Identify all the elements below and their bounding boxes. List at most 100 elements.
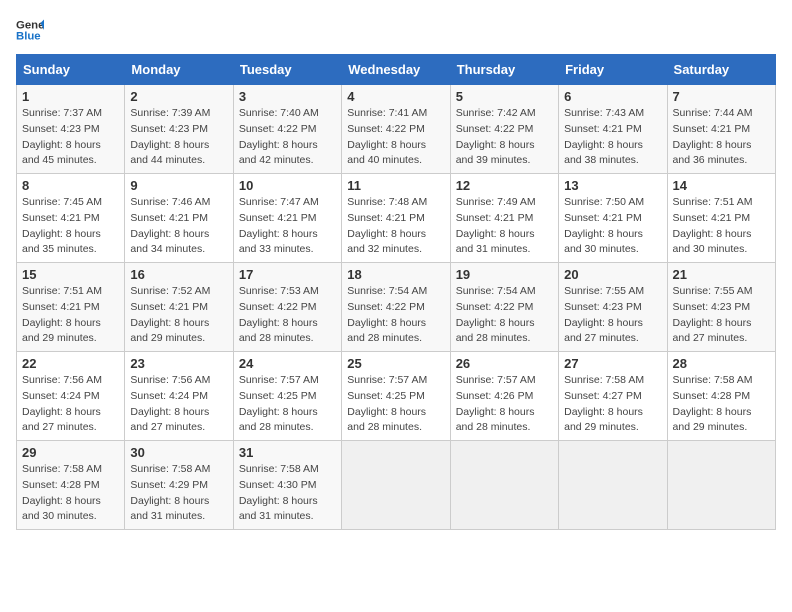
- day-number: 25: [347, 356, 444, 371]
- day-info: Sunrise: 7:58 AM Sunset: 4:29 PM Dayligh…: [130, 462, 227, 525]
- day-number: 9: [130, 178, 227, 193]
- day-info: Sunrise: 7:51 AM Sunset: 4:21 PM Dayligh…: [22, 284, 119, 347]
- day-number: 17: [239, 267, 336, 282]
- calendar-cell: 16 Sunrise: 7:52 AM Sunset: 4:21 PM Dayl…: [125, 263, 233, 352]
- day-number: 13: [564, 178, 661, 193]
- calendar-cell: 24 Sunrise: 7:57 AM Sunset: 4:25 PM Dayl…: [233, 352, 341, 441]
- day-number: 7: [673, 89, 770, 104]
- calendar-cell: 10 Sunrise: 7:47 AM Sunset: 4:21 PM Dayl…: [233, 174, 341, 263]
- calendar-cell: 14 Sunrise: 7:51 AM Sunset: 4:21 PM Dayl…: [667, 174, 775, 263]
- day-info: Sunrise: 7:41 AM Sunset: 4:22 PM Dayligh…: [347, 106, 444, 169]
- day-number: 27: [564, 356, 661, 371]
- day-number: 11: [347, 178, 444, 193]
- day-number: 3: [239, 89, 336, 104]
- day-number: 20: [564, 267, 661, 282]
- day-info: Sunrise: 7:57 AM Sunset: 4:25 PM Dayligh…: [239, 373, 336, 436]
- weekday-header-thursday: Thursday: [450, 55, 558, 85]
- weekday-header-sunday: Sunday: [17, 55, 125, 85]
- day-info: Sunrise: 7:37 AM Sunset: 4:23 PM Dayligh…: [22, 106, 119, 169]
- weekday-header-friday: Friday: [559, 55, 667, 85]
- day-info: Sunrise: 7:46 AM Sunset: 4:21 PM Dayligh…: [130, 195, 227, 258]
- calendar-cell: 25 Sunrise: 7:57 AM Sunset: 4:25 PM Dayl…: [342, 352, 450, 441]
- day-info: Sunrise: 7:54 AM Sunset: 4:22 PM Dayligh…: [347, 284, 444, 347]
- day-info: Sunrise: 7:54 AM Sunset: 4:22 PM Dayligh…: [456, 284, 553, 347]
- calendar-cell: 23 Sunrise: 7:56 AM Sunset: 4:24 PM Dayl…: [125, 352, 233, 441]
- calendar-cell: [342, 441, 450, 530]
- calendar-cell: [667, 441, 775, 530]
- weekday-header-monday: Monday: [125, 55, 233, 85]
- day-info: Sunrise: 7:51 AM Sunset: 4:21 PM Dayligh…: [673, 195, 770, 258]
- calendar-cell: 20 Sunrise: 7:55 AM Sunset: 4:23 PM Dayl…: [559, 263, 667, 352]
- day-number: 19: [456, 267, 553, 282]
- day-number: 12: [456, 178, 553, 193]
- day-number: 18: [347, 267, 444, 282]
- day-number: 24: [239, 356, 336, 371]
- day-number: 29: [22, 445, 119, 460]
- calendar-cell: 26 Sunrise: 7:57 AM Sunset: 4:26 PM Dayl…: [450, 352, 558, 441]
- weekday-header-saturday: Saturday: [667, 55, 775, 85]
- svg-text:General: General: [16, 19, 44, 31]
- day-info: Sunrise: 7:48 AM Sunset: 4:21 PM Dayligh…: [347, 195, 444, 258]
- calendar-cell: 18 Sunrise: 7:54 AM Sunset: 4:22 PM Dayl…: [342, 263, 450, 352]
- calendar-cell: 15 Sunrise: 7:51 AM Sunset: 4:21 PM Dayl…: [17, 263, 125, 352]
- svg-text:Blue: Blue: [16, 31, 41, 43]
- calendar-cell: [450, 441, 558, 530]
- day-info: Sunrise: 7:49 AM Sunset: 4:21 PM Dayligh…: [456, 195, 553, 258]
- calendar-cell: 11 Sunrise: 7:48 AM Sunset: 4:21 PM Dayl…: [342, 174, 450, 263]
- logo: General Blue: [16, 16, 44, 44]
- calendar-table: SundayMondayTuesdayWednesdayThursdayFrid…: [16, 54, 776, 530]
- day-info: Sunrise: 7:47 AM Sunset: 4:21 PM Dayligh…: [239, 195, 336, 258]
- day-number: 31: [239, 445, 336, 460]
- calendar-cell: 9 Sunrise: 7:46 AM Sunset: 4:21 PM Dayli…: [125, 174, 233, 263]
- calendar-cell: 6 Sunrise: 7:43 AM Sunset: 4:21 PM Dayli…: [559, 85, 667, 174]
- calendar-cell: 17 Sunrise: 7:53 AM Sunset: 4:22 PM Dayl…: [233, 263, 341, 352]
- day-info: Sunrise: 7:52 AM Sunset: 4:21 PM Dayligh…: [130, 284, 227, 347]
- calendar-cell: 27 Sunrise: 7:58 AM Sunset: 4:27 PM Dayl…: [559, 352, 667, 441]
- day-number: 15: [22, 267, 119, 282]
- calendar-cell: 31 Sunrise: 7:58 AM Sunset: 4:30 PM Dayl…: [233, 441, 341, 530]
- logo-icon: General Blue: [16, 16, 44, 44]
- calendar-cell: 21 Sunrise: 7:55 AM Sunset: 4:23 PM Dayl…: [667, 263, 775, 352]
- day-number: 26: [456, 356, 553, 371]
- day-info: Sunrise: 7:39 AM Sunset: 4:23 PM Dayligh…: [130, 106, 227, 169]
- day-info: Sunrise: 7:58 AM Sunset: 4:30 PM Dayligh…: [239, 462, 336, 525]
- day-info: Sunrise: 7:56 AM Sunset: 4:24 PM Dayligh…: [130, 373, 227, 436]
- day-info: Sunrise: 7:50 AM Sunset: 4:21 PM Dayligh…: [564, 195, 661, 258]
- calendar-cell: 12 Sunrise: 7:49 AM Sunset: 4:21 PM Dayl…: [450, 174, 558, 263]
- weekday-header-tuesday: Tuesday: [233, 55, 341, 85]
- day-number: 23: [130, 356, 227, 371]
- calendar-cell: 3 Sunrise: 7:40 AM Sunset: 4:22 PM Dayli…: [233, 85, 341, 174]
- day-info: Sunrise: 7:55 AM Sunset: 4:23 PM Dayligh…: [564, 284, 661, 347]
- calendar-cell: 28 Sunrise: 7:58 AM Sunset: 4:28 PM Dayl…: [667, 352, 775, 441]
- calendar-cell: 1 Sunrise: 7:37 AM Sunset: 4:23 PM Dayli…: [17, 85, 125, 174]
- day-info: Sunrise: 7:58 AM Sunset: 4:28 PM Dayligh…: [22, 462, 119, 525]
- day-number: 10: [239, 178, 336, 193]
- page-header: General Blue: [16, 16, 776, 44]
- day-info: Sunrise: 7:40 AM Sunset: 4:22 PM Dayligh…: [239, 106, 336, 169]
- calendar-cell: 8 Sunrise: 7:45 AM Sunset: 4:21 PM Dayli…: [17, 174, 125, 263]
- calendar-cell: 13 Sunrise: 7:50 AM Sunset: 4:21 PM Dayl…: [559, 174, 667, 263]
- day-info: Sunrise: 7:42 AM Sunset: 4:22 PM Dayligh…: [456, 106, 553, 169]
- day-info: Sunrise: 7:53 AM Sunset: 4:22 PM Dayligh…: [239, 284, 336, 347]
- calendar-cell: 2 Sunrise: 7:39 AM Sunset: 4:23 PM Dayli…: [125, 85, 233, 174]
- day-number: 14: [673, 178, 770, 193]
- calendar-cell: [559, 441, 667, 530]
- day-info: Sunrise: 7:55 AM Sunset: 4:23 PM Dayligh…: [673, 284, 770, 347]
- day-number: 28: [673, 356, 770, 371]
- day-number: 30: [130, 445, 227, 460]
- day-number: 16: [130, 267, 227, 282]
- calendar-cell: 19 Sunrise: 7:54 AM Sunset: 4:22 PM Dayl…: [450, 263, 558, 352]
- day-info: Sunrise: 7:43 AM Sunset: 4:21 PM Dayligh…: [564, 106, 661, 169]
- calendar-cell: 22 Sunrise: 7:56 AM Sunset: 4:24 PM Dayl…: [17, 352, 125, 441]
- calendar-cell: 5 Sunrise: 7:42 AM Sunset: 4:22 PM Dayli…: [450, 85, 558, 174]
- day-number: 5: [456, 89, 553, 104]
- calendar-cell: 29 Sunrise: 7:58 AM Sunset: 4:28 PM Dayl…: [17, 441, 125, 530]
- day-info: Sunrise: 7:57 AM Sunset: 4:25 PM Dayligh…: [347, 373, 444, 436]
- day-info: Sunrise: 7:57 AM Sunset: 4:26 PM Dayligh…: [456, 373, 553, 436]
- calendar-cell: 4 Sunrise: 7:41 AM Sunset: 4:22 PM Dayli…: [342, 85, 450, 174]
- day-info: Sunrise: 7:45 AM Sunset: 4:21 PM Dayligh…: [22, 195, 119, 258]
- day-info: Sunrise: 7:58 AM Sunset: 4:28 PM Dayligh…: [673, 373, 770, 436]
- weekday-header-wednesday: Wednesday: [342, 55, 450, 85]
- calendar-cell: 7 Sunrise: 7:44 AM Sunset: 4:21 PM Dayli…: [667, 85, 775, 174]
- day-number: 1: [22, 89, 119, 104]
